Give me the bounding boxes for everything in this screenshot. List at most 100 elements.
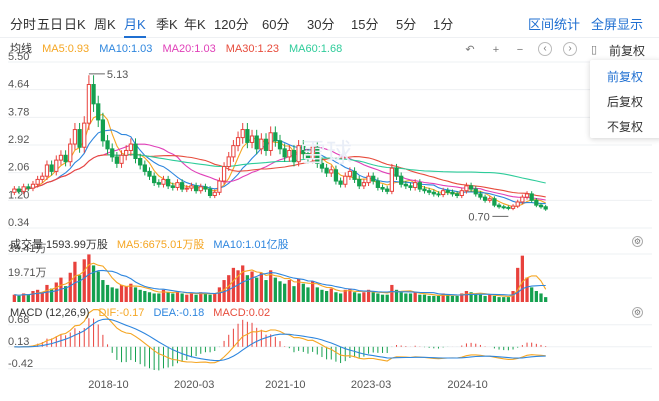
volume-bar [255, 277, 259, 302]
volume-bar [338, 293, 343, 302]
volume-bar [157, 293, 161, 302]
volume-bar [534, 291, 538, 302]
candle-body [96, 103, 101, 121]
macd-legend: MACD (12,26,9) DIF:-0.17 DEA:-0.18 MACD:… [10, 307, 276, 319]
candle-body [473, 188, 478, 195]
candle-body [459, 190, 464, 197]
candle-body [203, 186, 208, 190]
candle-body [100, 119, 106, 142]
candle-body [124, 149, 129, 156]
candle-body [119, 154, 124, 164]
macd-settings-icon[interactable]: ⚙ [632, 307, 643, 318]
candle-body [110, 148, 115, 158]
volume-bar [68, 272, 72, 302]
max-price-label: 5.13 [107, 69, 128, 81]
volume-bar [259, 272, 263, 302]
volume-bar [343, 289, 347, 302]
candle-body [77, 129, 82, 148]
adjust-option-none[interactable]: 不复权 [607, 118, 643, 135]
xaxis-label: 2023-03 [351, 379, 391, 391]
candle-body [193, 185, 199, 192]
candle-body [501, 206, 506, 209]
volume-bar [390, 284, 394, 302]
candle-body [287, 149, 292, 158]
volume-bar [147, 292, 152, 302]
min-price-label: 0.70 [468, 211, 489, 223]
volume-bar [36, 289, 40, 302]
candle-body [347, 170, 353, 177]
candle-body [44, 164, 50, 177]
volume-bar [525, 277, 529, 302]
candle-body [440, 190, 446, 196]
volume-bar [194, 294, 198, 302]
volume-bar [432, 295, 436, 302]
candle-body [399, 175, 404, 185]
candle-body [49, 164, 54, 172]
volume-bar [180, 293, 184, 302]
candle-body [543, 206, 548, 210]
volume-bar [450, 295, 455, 302]
volume-bar [427, 295, 431, 302]
volume-bar [520, 255, 524, 302]
volume-bar [124, 286, 128, 302]
candle-body [436, 193, 441, 196]
candle-body [249, 135, 255, 143]
volume-bar [544, 297, 548, 302]
candle-body [91, 84, 96, 105]
kline-ytick: 4.64 [8, 79, 29, 91]
candle-body [161, 178, 166, 185]
candle-body [352, 170, 357, 180]
volume-ma10-label: MA10:1.01亿股 [213, 239, 289, 251]
candle-body [128, 143, 133, 151]
candle-body [189, 185, 194, 189]
xaxis-label: 2021-10 [265, 379, 305, 391]
candle-body [259, 138, 264, 150]
candle-body [170, 185, 175, 188]
candle-body [403, 183, 408, 187]
candle-body [105, 140, 110, 150]
candle-body [58, 154, 64, 161]
xaxis-label: 2018-10 [88, 379, 128, 391]
volume-bar [539, 293, 543, 302]
volume-bar [143, 291, 147, 302]
candle-body [86, 84, 92, 124]
candle-body [21, 186, 26, 192]
volume-bar [231, 267, 236, 302]
candle-body [450, 191, 455, 195]
volume-bar [77, 275, 82, 302]
candle-body [478, 193, 483, 198]
volume-bar [138, 289, 142, 302]
volume-bar [283, 283, 287, 302]
candle-body [282, 148, 287, 158]
volume-bar [31, 291, 35, 302]
volume-bar [362, 292, 366, 302]
candle-body [235, 137, 241, 147]
candle-body [375, 180, 381, 188]
volume-bar [241, 265, 245, 302]
volume-bar [376, 293, 380, 302]
volume-bar [310, 281, 315, 302]
volume-bar [530, 287, 534, 302]
candle-body [35, 178, 40, 185]
dea-label: DEA:-0.18 [153, 307, 205, 319]
candle-body [54, 159, 59, 172]
watermark-logo: 雪球 [300, 139, 352, 169]
volume-bar [352, 292, 357, 302]
volume-bar [492, 295, 497, 302]
candle-body [371, 175, 376, 182]
adjust-option-forward[interactable]: 前复权 [607, 68, 643, 85]
candle-body [263, 138, 269, 151]
candle-body [231, 145, 236, 158]
candle-body [40, 175, 45, 180]
volume-settings-icon[interactable]: ⚙ [632, 236, 643, 247]
candle-body [385, 188, 390, 192]
candle-body [152, 175, 157, 184]
macd-title: MACD (12,26,9) [10, 307, 90, 319]
candle-body [343, 175, 348, 185]
volume-bar [320, 289, 324, 302]
volume-bar [49, 288, 54, 302]
volume-bar [357, 293, 361, 302]
adjust-option-backward[interactable]: 后复权 [607, 93, 643, 110]
candle-body [114, 156, 120, 164]
volume-bar [17, 295, 21, 302]
